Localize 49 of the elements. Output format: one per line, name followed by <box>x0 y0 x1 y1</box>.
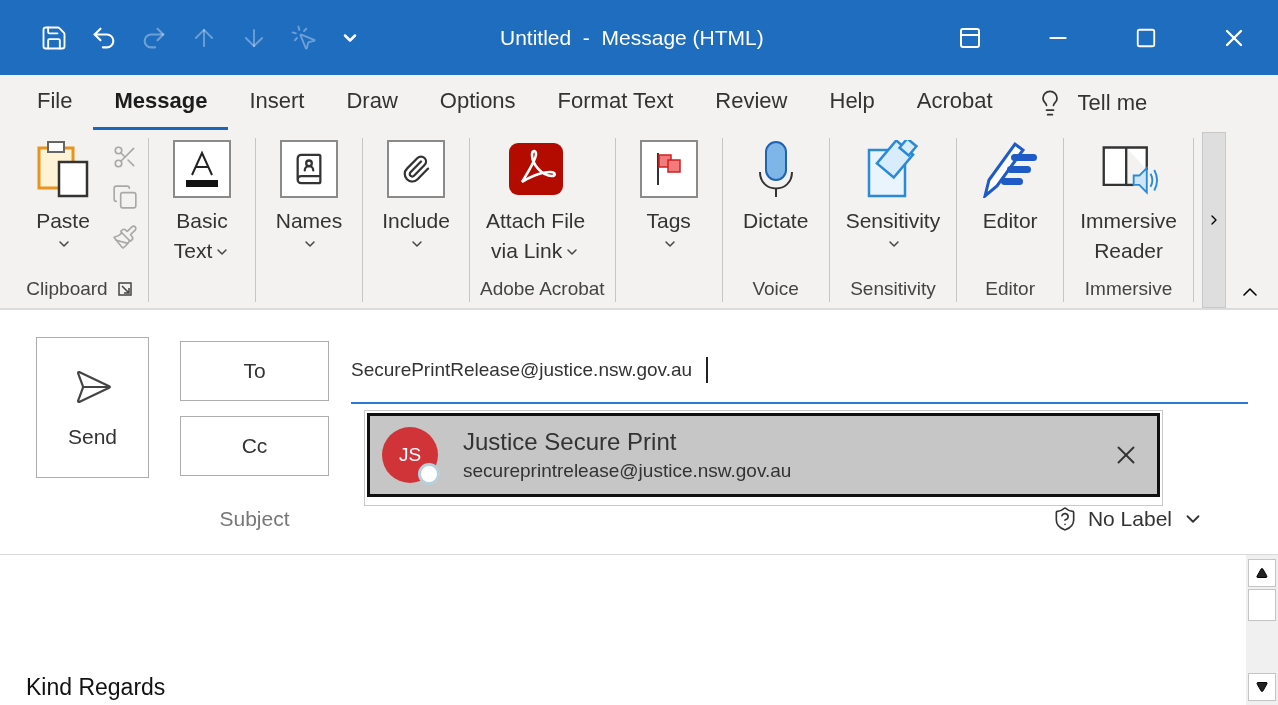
ribbon-button[interactable]: Names <box>266 138 352 276</box>
dialog-launcher-icon[interactable] <box>117 282 132 296</box>
group-label: Voice <box>752 278 799 300</box>
menu-tab[interactable]: File <box>16 75 94 130</box>
ribbon-button[interactable]: Include <box>373 138 459 276</box>
ribbon-button[interactable]: Dictate <box>732 138 819 276</box>
scroll-down-icon[interactable] <box>1256 681 1268 693</box>
contact-email: secureprintrelease@justice.nsw.gov.au <box>463 460 793 482</box>
menu-tab[interactable]: Review <box>694 75 809 130</box>
ribbon-button[interactable]: Immersive Reader <box>1074 138 1184 276</box>
clipboard-icon <box>35 140 91 198</box>
ribbon-button[interactable]: Basic Text <box>159 138 245 276</box>
paperclip-icon <box>401 154 431 184</box>
group-label: Immersive <box>1084 278 1173 300</box>
menu-tab[interactable]: Options <box>418 75 537 130</box>
sensitivity-document-icon <box>865 140 920 198</box>
contact-name: Justice Secure Print <box>463 428 678 456</box>
menu-tab[interactable]: Help <box>808 75 896 130</box>
scroll-thumb[interactable] <box>1248 589 1276 621</box>
contact-avatar: JS <box>382 427 438 483</box>
subject-label: Subject <box>218 507 291 531</box>
menu-tab[interactable]: Format Text <box>536 75 695 130</box>
ribbon-display-icon[interactable] <box>958 25 982 50</box>
pen-icon <box>981 140 1040 198</box>
ribbon-button[interactable]: Sensitivity <box>839 138 947 276</box>
menu-tab[interactable]: Acrobat <box>895 75 1014 130</box>
body-text: Kind Regards <box>26 674 166 701</box>
presence-icon <box>418 463 440 485</box>
group-label: Clipboard <box>26 278 108 300</box>
ribbon-button[interactable]: Tags <box>625 138 712 276</box>
send-button[interactable]: Send <box>36 337 149 478</box>
cc-button[interactable]: Cc <box>180 416 329 476</box>
ribbon-button[interactable]: Paste <box>20 138 106 276</box>
maximize-icon[interactable] <box>1135 26 1157 49</box>
group-label: Adobe Acrobat <box>480 278 605 300</box>
to-field[interactable]: SecurePrintRelease@justice.nsw.gov.au <box>351 337 1248 404</box>
group-label: Editor <box>985 278 1035 300</box>
ribbon-button[interactable]: Editor <box>967 138 1054 276</box>
to-button[interactable]: To <box>180 340 329 401</box>
contact-suggestion[interactable]: JS Justice Secure Print secureprintrelease@justice.nsw.gov.au <box>367 413 1160 497</box>
acrobat-icon <box>507 142 564 196</box>
ribbon-button[interactable]: Attach File via Link <box>480 138 592 276</box>
menu-tab[interactable]: Draw <box>325 75 419 130</box>
menu-tab[interactable]: Insert <box>228 75 326 130</box>
window-title: Untitled - Message (HTML) <box>499 25 765 50</box>
scroll-up-icon[interactable] <box>1256 567 1268 579</box>
sensitivity-dropdown[interactable]: No Label <box>1051 506 1204 532</box>
group-label: Sensitivity <box>850 278 936 300</box>
tell-me-link[interactable]: Tell me <box>1077 89 1148 116</box>
